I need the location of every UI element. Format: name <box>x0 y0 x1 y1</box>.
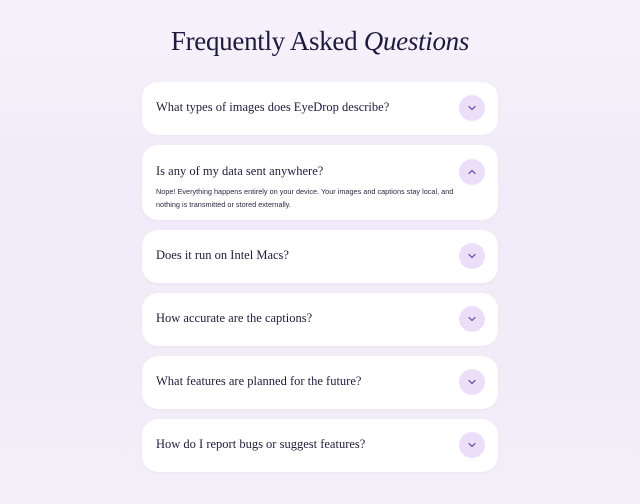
faq-item[interactable]: What features are planned for the future… <box>142 356 498 409</box>
faq-question: How do I report bugs or suggest features… <box>156 437 366 451</box>
chevron-down-icon <box>468 379 476 385</box>
faq-answer: Nope! Everything happens entirely on you… <box>156 187 454 209</box>
chevron-down-icon <box>468 253 476 259</box>
page-title-italic: Questions <box>363 26 470 56</box>
faq-question: Does it run on Intel Macs? <box>156 248 289 262</box>
faq-toggle-button[interactable] <box>459 369 485 395</box>
faq-toggle-button[interactable] <box>459 159 485 185</box>
chevron-down-icon <box>468 442 476 448</box>
chevron-down-icon <box>468 316 476 322</box>
faq-list: What types of images does EyeDrop descri… <box>142 82 498 482</box>
faq-toggle-button[interactable] <box>459 95 485 121</box>
faq-toggle-button[interactable] <box>459 432 485 458</box>
faq-toggle-button[interactable] <box>459 243 485 269</box>
faq-item[interactable]: How accurate are the captions? <box>142 293 498 346</box>
faq-item[interactable]: Does it run on Intel Macs? <box>142 230 498 283</box>
faq-item[interactable]: What types of images does EyeDrop descri… <box>142 82 498 135</box>
faq-question: What types of images does EyeDrop descri… <box>156 100 390 114</box>
page-title-text: Frequently Asked <box>170 26 358 56</box>
faq-question: How accurate are the captions? <box>156 311 313 325</box>
faq-toggle-button[interactable] <box>459 306 485 332</box>
faq-item[interactable]: How do I report bugs or suggest features… <box>142 419 498 472</box>
faq-question: Is any of my data sent anywhere? <box>156 164 324 178</box>
faq-question: What features are planned for the future… <box>156 374 362 388</box>
faq-item[interactable]: Is any of my data sent anywhere? Nope! E… <box>142 145 498 220</box>
chevron-up-icon <box>468 169 476 175</box>
page-title: Frequently Asked Questions <box>0 26 640 57</box>
chevron-down-icon <box>468 105 476 111</box>
